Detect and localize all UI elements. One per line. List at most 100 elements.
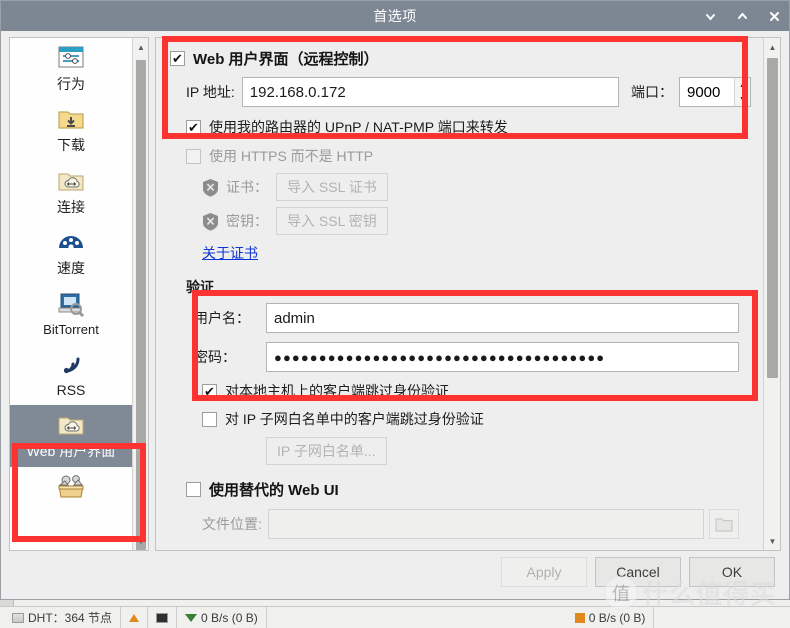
upload-icon bbox=[129, 613, 140, 622]
username-input[interactable]: admin bbox=[266, 303, 739, 333]
bypass-subnet-label: 对 IP 子网白名单中的客户端跳过身份验证 bbox=[225, 411, 484, 427]
sidebar-item-behavior[interactable]: 行为 bbox=[10, 38, 132, 99]
bypass-localhost-row: 对本地主机上的客户端跳过身份验证 bbox=[202, 381, 751, 401]
connection-icon bbox=[54, 166, 88, 196]
bypass-localhost-checkbox[interactable] bbox=[202, 383, 217, 399]
username-row: 用户名： admin bbox=[194, 303, 739, 333]
panel-scroll-down-icon[interactable]: ▼ bbox=[764, 532, 780, 550]
status-disk-slot bbox=[148, 607, 178, 628]
status-download-rate-text: 0 B/s (0 B) bbox=[201, 610, 258, 625]
webui-settings-content: Web 用户界面（远程控制） IP 地址: 192.168.0.172 端口： … bbox=[156, 38, 763, 550]
sidebar-item-speed[interactable]: 速度 bbox=[10, 222, 132, 283]
import-ssl-key-button[interactable]: 导入 SSL 密钥 bbox=[276, 207, 388, 235]
authentication-header-row: 验证 bbox=[186, 277, 751, 297]
sidebar-item-rss[interactable]: RSS bbox=[10, 344, 132, 405]
sidebar-item-label: 连接 bbox=[57, 198, 85, 215]
about-certificate-link[interactable]: 关于证书 bbox=[202, 243, 258, 263]
panel-scrollbar[interactable]: ▲ ▼ bbox=[763, 38, 780, 550]
speed-icon bbox=[54, 227, 88, 257]
dialog-title-bar: 首选项 bbox=[1, 1, 789, 31]
chevron-down-icon[interactable] bbox=[701, 7, 719, 25]
disk-icon bbox=[156, 612, 169, 623]
preferences-dialog: 首选项 行为 下载 连接 速度 BitTorrent RSS Web 用户界面 … bbox=[0, 0, 790, 600]
webui-icon bbox=[54, 410, 88, 440]
file-location-input[interactable] bbox=[267, 509, 704, 539]
https-label: 使用 HTTPS 而不是 HTTP bbox=[209, 148, 374, 164]
sidebar-list: 行为 下载 连接 速度 BitTorrent RSS Web 用户界面 bbox=[10, 38, 132, 550]
upnp-label: 使用我的路由器的 UPnP / NAT-PMP 端口来转发 bbox=[209, 119, 508, 135]
subnet-whitelist-row: IP 子网白名单... bbox=[266, 437, 751, 465]
panel-scroll-thumb[interactable] bbox=[767, 58, 778, 378]
ip-address-input[interactable]: 192.168.0.172 bbox=[241, 77, 619, 107]
password-row: 密码： ●●●●●●●●●●●●●●●●●●●●●●●●●●●●●●●●●●●●… bbox=[194, 342, 739, 372]
alt-webui-label: 使用替代的 Web UI bbox=[209, 482, 339, 499]
ok-button[interactable]: OK bbox=[689, 557, 775, 587]
sidebar-item-label: 速度 bbox=[57, 260, 85, 277]
alt-webui-checkbox[interactable] bbox=[186, 482, 201, 497]
sidebar-item-label: BitTorrent bbox=[43, 321, 99, 337]
ip-address-label: IP 地址: bbox=[186, 84, 235, 100]
dht-icon bbox=[12, 612, 24, 623]
sidebar-scroll-down-icon[interactable]: ▼ bbox=[133, 532, 148, 550]
port-decrement-icon[interactable]: ▼ bbox=[735, 92, 750, 106]
upnp-checkbox[interactable] bbox=[186, 119, 201, 135]
webui-enable-row: Web 用户界面（远程控制） bbox=[170, 48, 751, 69]
port-input[interactable]: 9000 bbox=[680, 78, 734, 106]
sidebar-item-label: 下载 bbox=[57, 137, 85, 154]
sidebar-item-connection[interactable]: 连接 bbox=[10, 161, 132, 222]
bypass-subnet-checkbox[interactable] bbox=[202, 411, 217, 427]
bittorrent-icon bbox=[54, 289, 88, 319]
close-icon[interactable] bbox=[765, 7, 783, 25]
https-checkbox[interactable] bbox=[186, 148, 201, 164]
key-row: 密钥： 导入 SSL 密钥 bbox=[202, 207, 751, 235]
ip-subnet-whitelist-button[interactable]: IP 子网白名单... bbox=[266, 437, 387, 465]
certificate-invalid-icon bbox=[202, 178, 219, 197]
dialog-title: 首选项 bbox=[373, 8, 417, 24]
cancel-button[interactable]: Cancel bbox=[595, 557, 681, 587]
panel-scroll-up-icon[interactable]: ▲ bbox=[764, 38, 780, 56]
sidebar-item-advanced[interactable] bbox=[10, 467, 132, 513]
bypass-localhost-label: 对本地主机上的客户端跳过身份验证 bbox=[225, 383, 449, 399]
sidebar-item-label: 行为 bbox=[57, 76, 85, 92]
apply-button[interactable]: Apply bbox=[501, 557, 587, 587]
settings-sidebar: 行为 下载 连接 速度 BitTorrent RSS Web 用户界面 ▲ ▼ bbox=[9, 37, 149, 551]
background-status-bar: DHT：364 节点 0 B/s (0 B) 0 B/s (0 B) bbox=[0, 606, 790, 628]
status-upload-slot bbox=[121, 607, 149, 628]
rss-icon bbox=[54, 349, 88, 379]
username-label: 用户名： bbox=[194, 310, 250, 326]
https-row: 使用 HTTPS 而不是 HTTP bbox=[186, 146, 751, 166]
password-label: 密码： bbox=[194, 349, 236, 365]
key-label: 密钥： bbox=[226, 213, 268, 229]
certificate-label: 证书： bbox=[226, 179, 268, 195]
password-input[interactable]: ●●●●●●●●●●●●●●●●●●●●●●●●●●●●●●●●●●●●● bbox=[266, 342, 739, 372]
webui-address-row: IP 地址: 192.168.0.172 端口： 9000 ▲ ▼ bbox=[186, 77, 751, 107]
status-download-rate: 0 B/s (0 B) bbox=[177, 607, 267, 628]
upload-rate-icon bbox=[574, 612, 585, 623]
webui-enable-checkbox[interactable] bbox=[170, 51, 185, 66]
certificate-row: 证书： 导入 SSL 证书 bbox=[202, 173, 751, 201]
authentication-header: 验证 bbox=[186, 279, 214, 295]
port-label: 端口： bbox=[631, 84, 673, 100]
alt-webui-row: 使用替代的 Web UI bbox=[186, 479, 751, 500]
download-rate-icon bbox=[185, 613, 198, 622]
folder-icon[interactable] bbox=[709, 509, 739, 539]
status-upload-rate-text: 0 B/s (0 B) bbox=[588, 610, 646, 625]
sidebar-scroll-up-icon[interactable]: ▲ bbox=[133, 38, 148, 56]
sidebar-item-webui[interactable]: Web 用户界面 bbox=[10, 405, 132, 467]
window-controls bbox=[701, 1, 783, 31]
port-increment-icon[interactable]: ▲ bbox=[735, 78, 750, 92]
bypass-subnet-row: 对 IP 子网白名单中的客户端跳过身份验证 bbox=[202, 409, 751, 429]
sidebar-item-bittorrent[interactable]: BitTorrent bbox=[10, 284, 132, 344]
import-ssl-certificate-button[interactable]: 导入 SSL 证书 bbox=[276, 173, 388, 201]
file-location-label: 文件位置: bbox=[202, 516, 262, 532]
sidebar-scroll-thumb[interactable] bbox=[136, 60, 146, 550]
sidebar-scrollbar[interactable]: ▲ ▼ bbox=[132, 38, 148, 550]
advanced-icon bbox=[54, 472, 88, 502]
about-certificate-row: 关于证书 bbox=[202, 243, 751, 263]
port-stepper[interactable]: 9000 ▲ ▼ bbox=[679, 77, 751, 107]
sidebar-item-downloads[interactable]: 下载 bbox=[10, 99, 132, 160]
status-dht: DHT：364 节点 bbox=[4, 607, 122, 628]
port-spin-buttons[interactable]: ▲ ▼ bbox=[734, 78, 750, 106]
alt-webui-file-row: 文件位置: bbox=[202, 509, 739, 539]
chevron-up-icon[interactable] bbox=[733, 7, 751, 25]
